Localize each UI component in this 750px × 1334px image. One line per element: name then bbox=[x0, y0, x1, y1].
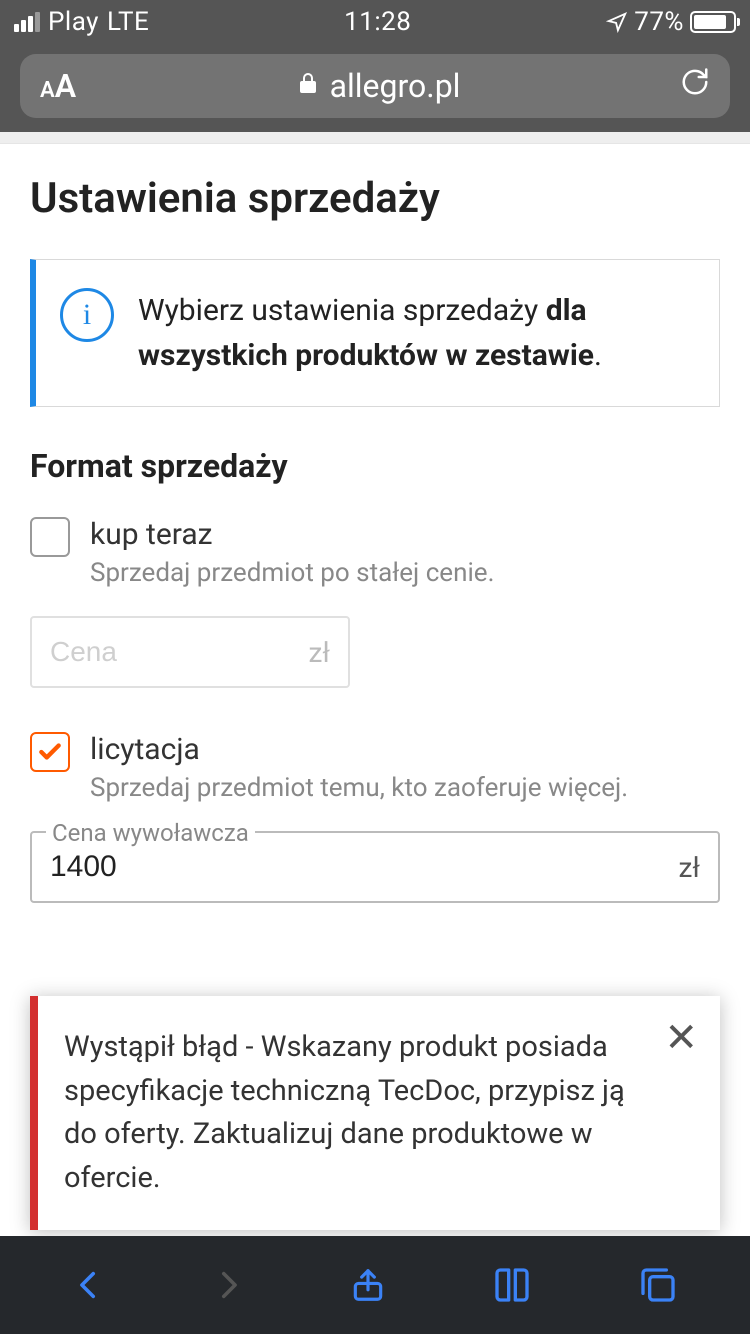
network-label: LTE bbox=[107, 7, 149, 37]
info-prefix: Wybierz ustawienia sprzedaży bbox=[138, 293, 546, 328]
checkbox-auction[interactable] bbox=[30, 732, 70, 772]
close-icon[interactable]: ✕ bbox=[664, 1018, 698, 1058]
price-field[interactable]: zł bbox=[30, 616, 350, 688]
start-price-input[interactable] bbox=[50, 850, 679, 884]
clock: 11:28 bbox=[344, 7, 411, 37]
status-right: 77% bbox=[606, 7, 736, 37]
start-price-field[interactable]: Cena wywoławcza zł bbox=[30, 831, 720, 903]
bookmarks-button[interactable] bbox=[491, 1265, 533, 1305]
page-title: Ustawienia sprzedaży bbox=[30, 174, 720, 223]
checkbox-buy-now[interactable] bbox=[30, 517, 70, 557]
info-suffix: . bbox=[594, 338, 602, 373]
option-auction[interactable]: licytacja Sprzedaj przedmiot temu, kto z… bbox=[30, 732, 720, 803]
option-auction-label: licytacja bbox=[90, 732, 628, 767]
battery-percent: 77% bbox=[634, 7, 684, 37]
carrier-label: Play bbox=[48, 7, 99, 37]
forward-button[interactable] bbox=[211, 1265, 245, 1305]
error-toast-text: Wystąpił błąd - Wskazany produkt posiada… bbox=[64, 1026, 650, 1200]
page-content: Ustawienia sprzedaży i Wybierz ustawieni… bbox=[0, 132, 750, 1236]
browser-nav bbox=[0, 1236, 750, 1334]
back-button[interactable] bbox=[72, 1265, 106, 1305]
price-input[interactable] bbox=[50, 636, 309, 668]
battery-icon bbox=[690, 11, 736, 33]
option-buy-now[interactable]: kup teraz Sprzedaj przedmiot po stałej c… bbox=[30, 517, 720, 588]
error-toast: Wystąpił błąd - Wskazany produkt posiada… bbox=[30, 996, 720, 1230]
signal-icon bbox=[14, 12, 40, 32]
tabs-button[interactable] bbox=[638, 1265, 678, 1305]
option-auction-desc: Sprzedaj przedmiot temu, kto zaoferuje w… bbox=[90, 773, 628, 803]
reload-button[interactable] bbox=[680, 67, 710, 105]
option-buy-now-desc: Sprzedaj przedmiot po stałej cenie. bbox=[90, 558, 494, 588]
separator bbox=[0, 132, 750, 144]
option-buy-now-label: kup teraz bbox=[90, 517, 494, 552]
share-button[interactable] bbox=[349, 1263, 387, 1307]
info-icon: i bbox=[60, 288, 114, 342]
start-price-label: Cena wywoławcza bbox=[46, 819, 255, 847]
section-title: Format sprzedaży bbox=[30, 447, 720, 485]
info-text: Wybierz ustawienia sprzedaży dla wszystk… bbox=[138, 288, 689, 378]
url-center: allegro.pl bbox=[296, 67, 461, 105]
location-icon bbox=[606, 11, 628, 33]
url-domain: allegro.pl bbox=[330, 67, 461, 105]
price-suffix: zł bbox=[309, 636, 330, 669]
text-size-button[interactable]: AA bbox=[40, 67, 76, 105]
start-price-suffix: zł bbox=[679, 851, 700, 884]
lock-icon bbox=[296, 71, 320, 101]
status-left: Play LTE bbox=[14, 7, 149, 37]
browser-chrome: AA allegro.pl bbox=[0, 44, 750, 132]
status-bar: Play LTE 11:28 77% bbox=[0, 0, 750, 44]
url-bar[interactable]: AA allegro.pl bbox=[20, 54, 730, 118]
info-box: i Wybierz ustawienia sprzedaży dla wszys… bbox=[30, 259, 720, 407]
